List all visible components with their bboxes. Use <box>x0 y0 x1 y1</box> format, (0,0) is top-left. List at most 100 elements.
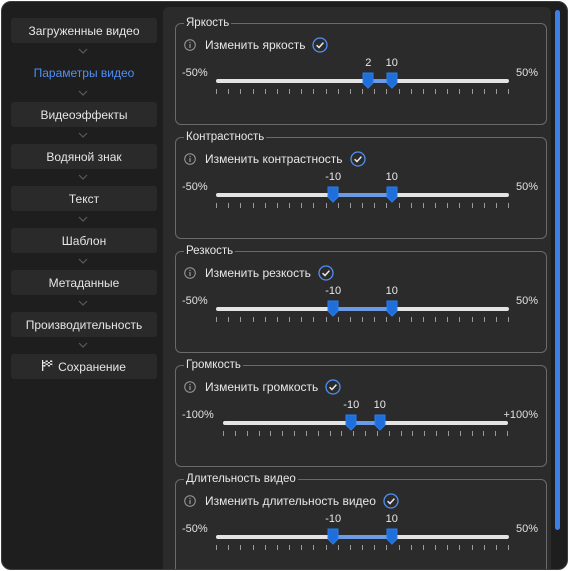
slider-tick <box>317 431 319 436</box>
info-icon[interactable] <box>184 495 196 507</box>
slider-tick <box>412 431 414 436</box>
slider-tick <box>282 431 284 436</box>
setting-toggle-row[interactable]: Изменить яркость <box>184 37 329 53</box>
slider-tick <box>301 545 303 550</box>
checkered-flag-icon <box>42 359 53 374</box>
slider-thumb-low[interactable] <box>327 528 339 545</box>
slider-tick <box>276 203 278 208</box>
chevron-down-icon <box>78 257 88 267</box>
slider-tick <box>424 431 426 436</box>
sidebar-step[interactable]: Метаданные <box>11 270 157 295</box>
slider-min-label: -50% <box>182 523 208 535</box>
slider-tick <box>459 431 461 436</box>
vertical-scrollbar[interactable] <box>553 7 562 567</box>
slider-tick <box>313 545 315 550</box>
slider-tick <box>341 431 343 436</box>
slider-value-low: -10 <box>325 285 342 297</box>
setting-label: Изменить длительность видео <box>205 494 376 508</box>
slider-max-label: 50% <box>515 295 538 307</box>
slider-value-high: 10 <box>385 285 398 297</box>
slider-value-low: -10 <box>325 513 342 525</box>
slider-tick <box>349 203 351 208</box>
slider-tick <box>258 431 260 436</box>
sidebar-step[interactable]: Видеоэффекты <box>11 102 157 127</box>
slider-tick <box>398 545 400 550</box>
range-slider[interactable]: 2 10 <box>216 57 509 104</box>
slider-tick <box>376 431 378 436</box>
info-icon[interactable] <box>184 381 196 393</box>
slider-tick <box>447 431 449 436</box>
app-window: Загруженные видео Параметры видео Видеоэфф… <box>1 1 568 570</box>
slider-tick <box>471 431 473 436</box>
sidebar-step[interactable]: Текст <box>11 186 157 211</box>
sidebar-step[interactable]: Сохранение <box>11 354 157 379</box>
slider-tick <box>435 317 436 322</box>
slider-thumb-low[interactable] <box>327 300 339 317</box>
sidebar-step[interactable]: Производительность <box>11 312 157 337</box>
slider-tick <box>264 89 266 94</box>
slider-thumb-low[interactable] <box>327 186 339 203</box>
setting-toggle-row[interactable]: Изменить контрастность <box>184 151 366 167</box>
slider-tick <box>216 89 217 94</box>
range-slider[interactable]: -10 10 <box>223 399 508 446</box>
slider-tick <box>459 545 461 550</box>
slider-tick <box>216 203 217 208</box>
range-slider[interactable]: -10 10 <box>216 285 509 332</box>
slider-ticks <box>223 431 508 437</box>
setting-group: Резкость Изменить резкость -50% 50% -10 10 <box>175 244 547 353</box>
slider-tick <box>223 431 224 436</box>
group-title: Яркость <box>184 16 232 30</box>
slider-max-label: 50% <box>515 523 538 535</box>
slider-tick <box>252 203 254 208</box>
slider-tick <box>374 89 376 94</box>
slider-tick <box>422 89 424 94</box>
slider-thumb-high[interactable] <box>386 72 398 89</box>
slider-max-label: 50% <box>515 181 538 193</box>
info-icon[interactable] <box>184 153 196 165</box>
slider-tick <box>495 545 497 550</box>
slider-thumb-high[interactable] <box>386 300 398 317</box>
setting-toggle-row[interactable]: Изменить длительность видео <box>184 493 399 509</box>
slider-tick <box>228 203 230 208</box>
slider-tick <box>435 203 436 208</box>
sidebar-step[interactable]: Водяной знак <box>11 144 157 169</box>
group-title: Длительность видео <box>184 472 298 486</box>
slider-thumb-high[interactable] <box>386 528 398 545</box>
slider-tick <box>386 317 388 322</box>
sidebar-step-label: Метаданные <box>48 275 120 290</box>
slider-tick <box>325 545 327 550</box>
slider-thumb-high[interactable] <box>386 186 398 203</box>
slider-tick <box>447 317 449 322</box>
setting-toggle-row[interactable]: Изменить резкость <box>184 265 334 281</box>
slider-tick <box>240 89 242 94</box>
sidebar-step[interactable]: Шаблон <box>11 228 157 253</box>
slider-tick <box>386 203 388 208</box>
checkbox-checked-icon[interactable] <box>383 493 399 509</box>
slider-tick <box>483 89 485 94</box>
scrollbar-thumb[interactable] <box>555 10 560 530</box>
range-slider[interactable]: -10 10 <box>216 513 509 560</box>
slider-tick <box>374 545 376 550</box>
info-icon[interactable] <box>184 267 196 279</box>
sidebar-step[interactable]: Параметры видео <box>11 60 157 85</box>
checkbox-checked-icon[interactable] <box>312 37 329 53</box>
checkbox-checked-icon[interactable] <box>325 379 341 395</box>
slider-tick <box>325 317 327 322</box>
slider-tick <box>447 545 449 550</box>
slider-tick <box>483 431 485 436</box>
range-slider[interactable]: -10 10 <box>216 171 509 218</box>
settings-panel: Яркость Изменить яркость -50% 50% 2 10 Контрас… <box>163 7 551 569</box>
slider-thumb-low[interactable] <box>362 72 374 89</box>
slider-thumb-high[interactable] <box>374 414 386 431</box>
group-title: Резкость <box>184 244 236 258</box>
sidebar-step[interactable]: Загруженные видео <box>11 18 157 43</box>
checkbox-checked-icon[interactable] <box>318 265 334 281</box>
checkbox-checked-icon[interactable] <box>349 151 366 167</box>
info-icon[interactable] <box>184 39 196 51</box>
slider-thumb-low[interactable] <box>345 414 357 431</box>
sidebar-step-label: Загруженные видео <box>28 23 140 38</box>
slider-tick <box>471 89 473 94</box>
slider-tick <box>362 203 363 208</box>
setting-group: Громкость Изменить громкость -100% +100% -10… <box>175 358 547 467</box>
setting-toggle-row[interactable]: Изменить громкость <box>184 379 341 395</box>
